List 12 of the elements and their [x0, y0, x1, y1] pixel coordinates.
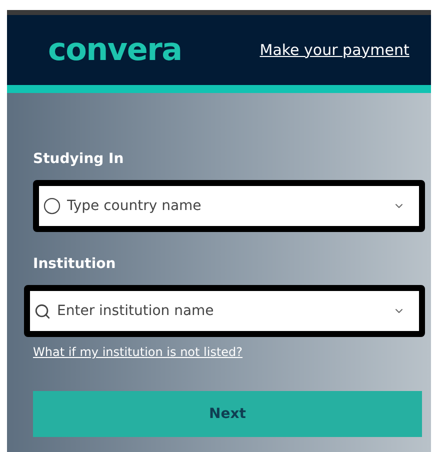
field-label: Institution — [33, 255, 117, 274]
next-button[interactable]: Next — [33, 391, 422, 437]
circle-icon — [43, 197, 61, 215]
search-icon — [34, 302, 51, 320]
text-input[interactable]: Enter institution name — [57, 300, 387, 322]
text-input[interactable]: Type country name — [67, 196, 387, 216]
dropdown-box[interactable]: Enter institution name — [24, 285, 425, 337]
help-link[interactable]: What if my institution is not listed? — [33, 343, 243, 361]
logo[interactable]: convera — [48, 34, 182, 66]
dropdown-box[interactable]: Type country name — [33, 180, 425, 232]
field-label: Studying In — [33, 150, 125, 169]
nav-link[interactable]: Make your payment — [260, 38, 410, 62]
